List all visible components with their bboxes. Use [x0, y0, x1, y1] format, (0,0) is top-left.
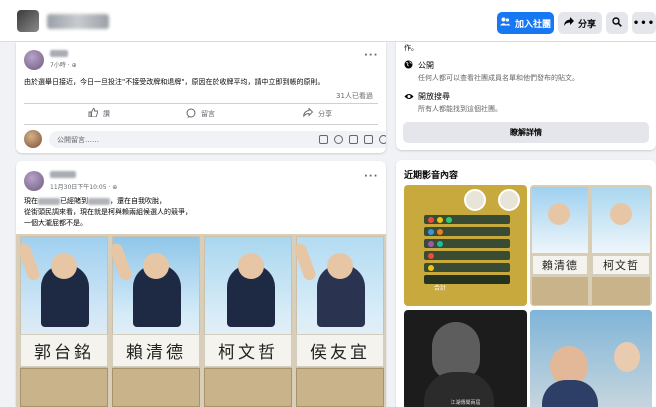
divider [24, 103, 378, 104]
post-text-line: 從街頭民調來看，現在就是柯與賴兩組候選人的競爭， [24, 208, 192, 216]
gif-icon[interactable] [364, 135, 373, 144]
avatar-sticker-icon[interactable] [379, 135, 386, 144]
divider [24, 124, 378, 125]
media-thumbnail[interactable]: 合計 [404, 185, 527, 306]
emoji-icon[interactable] [334, 135, 343, 144]
share-label: 分享 [318, 109, 332, 118]
post-more-button[interactable]: ··· [364, 171, 378, 182]
group-avatar[interactable] [17, 10, 39, 32]
post-text: 由於選舉日接近，今日一旦投注"不接受改牌和退牌"，原因在於收牌平均，請中立即到帳… [24, 78, 325, 86]
privacy-description: 任何人都可以查看社團成員名單和他們發布的貼文。 [418, 74, 579, 82]
globe-icon: ⊕ [71, 62, 77, 69]
video-caption: 江湖傳聞兩屆 [450, 400, 481, 406]
recent-media-title: 近期影音內容 [404, 171, 459, 181]
sticker-icon[interactable] [319, 135, 328, 144]
ballot-box [112, 368, 200, 407]
candidate-name-card: 賴清德 [112, 334, 200, 367]
eye-icon [404, 92, 414, 101]
current-user-avatar[interactable] [24, 130, 42, 148]
ballot-box [296, 368, 384, 407]
visibility-title: 開放搜尋 [418, 92, 450, 101]
about-text-tail: 作。 [404, 44, 418, 52]
redacted-word [38, 197, 60, 205]
redacted-word [88, 197, 110, 205]
group-about-panel: 作。 公開 任何人都可以查看社團成員名單和他們發布的貼文。 開放搜尋 所有人都能… [396, 42, 656, 150]
share-group-button[interactable]: 分享 [558, 12, 602, 34]
comment-input[interactable]: 公開留言…… [49, 131, 386, 148]
more-options-button[interactable]: ••• [632, 12, 656, 34]
post-photo[interactable]: 郭台銘 賴清德 柯文哲 侯友宜 [16, 234, 386, 407]
group-header: 加入社團 分享 ••• [0, 0, 656, 42]
author-name-redacted[interactable] [50, 171, 76, 178]
media-thumbnail[interactable] [530, 310, 652, 407]
ballot-box [20, 368, 108, 407]
candidate-name-card: 賴清德 [532, 255, 588, 275]
media-thumbnail[interactable]: 賴清德 柯文哲 [530, 185, 652, 306]
group-add-icon [499, 17, 511, 29]
game-total-label: 合計 [434, 285, 447, 292]
post-card: 7小時 · ⊕ ··· 由於選舉日接近，今日一旦投注"不接受改牌和退牌"，原因在… [16, 42, 386, 153]
like-icon [88, 108, 99, 119]
share-button[interactable]: 分享 [303, 107, 332, 119]
share-arrow-icon [563, 17, 574, 29]
comment-icon [186, 108, 196, 120]
post-text-line: 現在 已經賭到 ，還在自我吹脫， [24, 197, 166, 205]
join-group-button[interactable]: 加入社團 [497, 12, 554, 34]
search-icon [612, 16, 622, 30]
post-more-button[interactable]: ··· [364, 50, 378, 61]
like-button[interactable]: 讚 [88, 108, 110, 119]
search-button[interactable] [606, 12, 628, 34]
author-avatar[interactable] [24, 171, 44, 191]
globe-icon [404, 60, 413, 69]
comment-button[interactable]: 留言 [186, 108, 215, 120]
candidate-name-card: 郭台銘 [20, 334, 108, 367]
group-name-redacted[interactable] [47, 14, 109, 29]
camera-icon[interactable] [349, 135, 358, 144]
like-label: 讚 [103, 109, 110, 118]
globe-icon: ⊕ [112, 184, 118, 191]
comment-tools [319, 135, 386, 144]
privacy-title: 公開 [418, 61, 434, 70]
candidate-name-card: 柯文哲 [592, 255, 650, 275]
post-text-line: 一個大瀧屁都不是。 [24, 219, 87, 227]
share-icon [303, 107, 314, 119]
visibility-description: 所有人都能找到這個社團。 [418, 105, 502, 113]
post-timestamp[interactable]: 7小時 · ⊕ [50, 60, 77, 69]
seen-count[interactable]: 31人已看過 [336, 91, 373, 101]
more-icon: ••• [632, 17, 656, 29]
media-thumbnail[interactable]: 江湖傳聞兩屆 [404, 310, 527, 407]
comment-placeholder: 公開留言…… [57, 136, 99, 144]
share-group-label: 分享 [577, 19, 596, 30]
candidate-name-card: 侯友宜 [296, 334, 384, 367]
author-avatar[interactable] [24, 50, 44, 70]
ballot-box [204, 368, 292, 407]
author-name-redacted[interactable] [50, 50, 68, 57]
learn-more-button[interactable]: 瞭解詳情 [403, 122, 649, 143]
recent-media-panel: 近期影音內容 合計 賴清德 柯文哲 江湖傳聞兩屆 [396, 160, 656, 407]
candidate-name-card: 柯文哲 [204, 334, 292, 367]
comment-label: 留言 [201, 110, 215, 118]
join-group-label: 加入社團 [514, 19, 551, 30]
post-timestamp[interactable]: 11月30日下午10:05 · ⊕ [50, 182, 117, 191]
